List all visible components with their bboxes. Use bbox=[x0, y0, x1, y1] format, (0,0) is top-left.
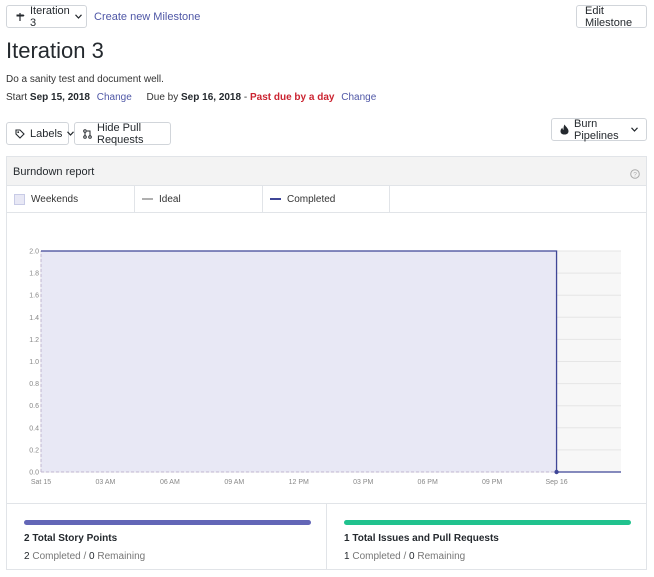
past-due-badge: Past due by a day bbox=[249, 92, 335, 103]
tag-icon bbox=[15, 128, 25, 139]
chevron-down-icon bbox=[74, 14, 82, 19]
x-tick-label: 09 AM bbox=[224, 479, 244, 486]
x-tick-label: Sep 16 bbox=[545, 479, 567, 486]
burn-pipelines-button[interactable]: Burn Pipelines bbox=[551, 117, 647, 142]
chart-legend: Weekends Ideal Completed bbox=[7, 186, 646, 213]
legend-ideal-label: Ideal bbox=[159, 193, 181, 205]
due-separator: - bbox=[243, 92, 248, 103]
hide-pr-label: Hide Pull Requests bbox=[97, 121, 144, 146]
change-due-link[interactable]: Change bbox=[341, 92, 376, 103]
panel-title: Burndown report bbox=[13, 166, 95, 178]
change-start-link[interactable]: Change bbox=[97, 92, 132, 103]
issues-title: 1 Total Issues and Pull Requests bbox=[344, 533, 499, 544]
milestone-select-button[interactable]: Iteration 3 bbox=[6, 4, 87, 29]
legend-ideal[interactable]: Ideal bbox=[135, 186, 263, 212]
y-tick-label: 1.0 bbox=[29, 359, 39, 366]
panel-header: Burndown report ? bbox=[7, 157, 646, 186]
x-tick-label: Sat 15 bbox=[31, 479, 51, 486]
y-tick-label: 1.6 bbox=[29, 293, 39, 300]
y-tick-label: 1.8 bbox=[29, 271, 39, 278]
due-date: Sep 16, 2018 bbox=[181, 92, 242, 103]
issues-progress-bar bbox=[344, 520, 631, 525]
edit-milestone-button[interactable]: Edit Milestone bbox=[576, 5, 647, 29]
x-tick-label: 06 AM bbox=[160, 479, 180, 486]
legend-completed-label: Completed bbox=[287, 193, 336, 205]
weekends-swatch bbox=[14, 193, 25, 205]
start-prefix: Start bbox=[6, 92, 28, 103]
issues-completed-count: 1 bbox=[344, 551, 350, 562]
milestone-description: Do a sanity test and document well. bbox=[6, 74, 164, 85]
milestone-dates: Start Sep 15, 2018 Change Due by Sep 16,… bbox=[6, 92, 376, 103]
x-tick-label: 06 PM bbox=[418, 479, 438, 486]
story-points-breakdown: 2 Completed / 0 Remaining bbox=[24, 551, 145, 562]
ideal-swatch bbox=[142, 198, 153, 200]
completed-area bbox=[41, 251, 621, 472]
legend-weekends-label: Weekends bbox=[31, 193, 79, 205]
legend-completed[interactable]: Completed bbox=[263, 186, 390, 212]
story-remaining-label: Remaining bbox=[97, 551, 146, 562]
page-title: Iteration 3 bbox=[6, 38, 104, 63]
x-tick-label: 03 AM bbox=[96, 479, 116, 486]
x-tick-label: 03 PM bbox=[353, 479, 373, 486]
labels-filter-button[interactable]: Labels bbox=[6, 122, 75, 145]
y-tick-label: 1.2 bbox=[29, 337, 39, 344]
story-remaining-count: 0 bbox=[89, 551, 95, 562]
y-tick-label: 0.4 bbox=[29, 425, 39, 432]
y-tick-label: 2.0 bbox=[29, 249, 39, 256]
completed-point bbox=[554, 469, 559, 475]
stats-row: 2 Total Story Points 2 Completed / 0 Rem… bbox=[7, 503, 646, 570]
story-points-stat: 2 Total Story Points 2 Completed / 0 Rem… bbox=[7, 504, 327, 570]
issues-remaining-label: Remaining bbox=[417, 551, 466, 562]
y-tick-label: 0.8 bbox=[29, 381, 39, 388]
x-tick-label: 09 PM bbox=[482, 479, 502, 486]
issues-completed-label: Completed bbox=[352, 551, 401, 562]
completed-swatch bbox=[270, 198, 281, 200]
issues-stat: 1 Total Issues and Pull Requests 1 Compl… bbox=[327, 504, 647, 570]
labels-button-label: Labels bbox=[30, 127, 63, 140]
x-tick-label: 12 PM bbox=[289, 479, 309, 486]
issues-remaining-count: 0 bbox=[409, 551, 415, 562]
y-tick-label: 1.4 bbox=[29, 315, 39, 322]
help-icon[interactable]: ? bbox=[630, 166, 640, 184]
burndown-chart: 0.0 0.2 0.4 0.6 0.8 1.0 1.2 1.4 1.6 1.8 2.0 Sat 15 0… bbox=[29, 249, 621, 486]
milestone-select-label: Iteration 3 bbox=[30, 4, 70, 29]
story-separator: / bbox=[83, 551, 87, 562]
story-points-title: 2 Total Story Points bbox=[24, 533, 118, 544]
pull-request-icon bbox=[83, 128, 92, 139]
y-tick-label: 0.6 bbox=[29, 403, 39, 410]
chevron-down-icon bbox=[631, 127, 638, 132]
flame-icon bbox=[560, 124, 569, 135]
start-date: Sep 15, 2018 bbox=[29, 92, 90, 103]
legend-weekends[interactable]: Weekends bbox=[7, 186, 135, 212]
y-tick-label: 0.2 bbox=[29, 447, 39, 454]
story-completed-count: 2 bbox=[24, 551, 30, 562]
story-completed-label: Completed bbox=[32, 551, 81, 562]
due-prefix: Due by bbox=[146, 92, 179, 103]
story-points-progress-bar bbox=[24, 520, 311, 525]
y-tick-label: 0.0 bbox=[29, 470, 39, 477]
burn-pipelines-label: Burn Pipelines bbox=[574, 117, 619, 142]
milestone-signpost-icon bbox=[15, 12, 25, 22]
burndown-report-panel: Burndown report ? Weekends Ideal Complet… bbox=[6, 156, 647, 570]
issues-separator: / bbox=[403, 551, 407, 562]
hide-pull-requests-button[interactable]: Hide Pull Requests bbox=[74, 121, 171, 146]
issues-breakdown: 1 Completed / 0 Remaining bbox=[344, 551, 465, 562]
svg-text:?: ? bbox=[633, 172, 637, 179]
create-milestone-link[interactable]: Create new Milestone bbox=[94, 11, 200, 23]
